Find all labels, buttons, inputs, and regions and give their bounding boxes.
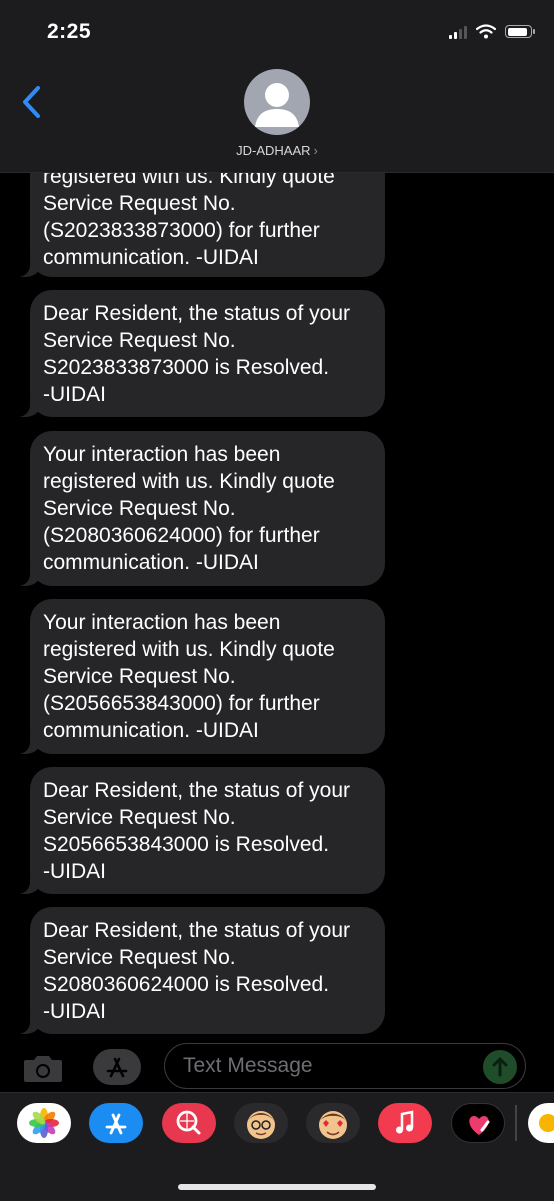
app-store-icon — [93, 1049, 141, 1085]
message-bubble[interactable]: Dear Resident, the status of your Servic… — [18, 290, 385, 417]
message-bubble[interactable]: Dear Resident, the status of your Servic… — [18, 907, 385, 1034]
status-bar: 2:25 — [0, 0, 554, 60]
partial-app-icon[interactable] — [528, 1103, 554, 1143]
imessage-app-drawer — [0, 1092, 554, 1201]
message-input-bar — [0, 1040, 554, 1092]
battery-icon — [505, 25, 535, 38]
app-store-button[interactable] — [92, 1048, 142, 1086]
arrow-up-icon — [492, 1057, 508, 1077]
app-store-icon[interactable] — [89, 1103, 143, 1143]
wifi-icon — [476, 24, 496, 39]
memoji-stickers-icon[interactable] — [306, 1103, 360, 1143]
message-text: Dear Resident, the status of your Servic… — [43, 919, 350, 1023]
home-indicator — [178, 1184, 376, 1190]
contact-avatar[interactable] — [244, 69, 310, 135]
message-text: registered with us. Kindly quote Service… — [43, 165, 335, 269]
status-time: 2:25 — [47, 20, 92, 43]
message-text: Dear Resident, the status of your Servic… — [43, 779, 350, 883]
digital-touch-icon[interactable] — [451, 1103, 505, 1143]
contact-name-button[interactable]: JD-ADHAAR › — [0, 143, 554, 158]
message-input[interactable] — [164, 1043, 526, 1089]
message-text: Your interaction has been registered wit… — [43, 611, 335, 742]
music-icon[interactable] — [378, 1103, 432, 1143]
chevron-right-icon: › — [313, 143, 318, 158]
message-bubble[interactable]: Dear Resident, the status of your Servic… — [18, 767, 385, 894]
camera-button[interactable] — [22, 1052, 64, 1084]
message-text: Dear Resident, the status of your Servic… — [43, 302, 350, 406]
image-search-icon[interactable] — [162, 1103, 216, 1143]
contact-name: JD-ADHAAR — [236, 143, 311, 158]
message-bubble[interactable]: Your interaction has been registered wit… — [18, 431, 385, 586]
cellular-signal-icon — [449, 25, 467, 39]
back-button[interactable] — [16, 84, 50, 120]
person-icon — [255, 83, 299, 127]
photos-app-icon[interactable] — [17, 1103, 71, 1143]
drawer-divider — [515, 1105, 517, 1141]
memoji-icon[interactable] — [234, 1103, 288, 1143]
message-text: Your interaction has been registered wit… — [43, 443, 335, 574]
chevron-left-icon — [23, 86, 40, 118]
camera-icon — [24, 1056, 62, 1082]
send-button[interactable] — [483, 1050, 517, 1084]
message-bubble[interactable]: Your interaction has been registered wit… — [18, 599, 385, 754]
status-icons — [449, 24, 535, 39]
